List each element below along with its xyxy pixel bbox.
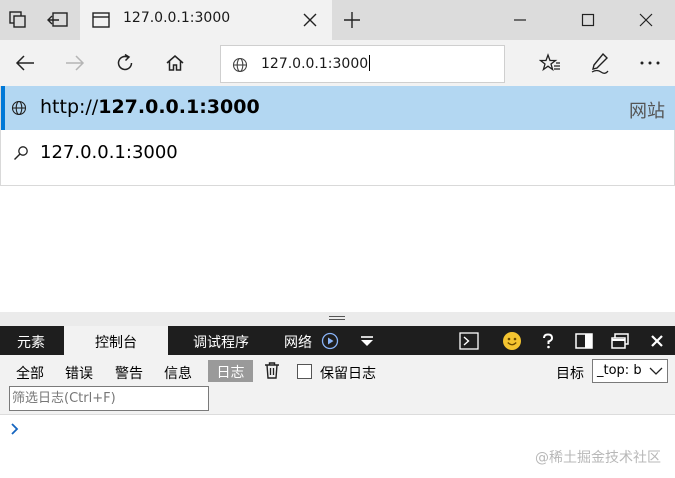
suggestion-search-text: 127.0.0.1:3000 <box>40 142 178 163</box>
pen-icon[interactable] <box>580 44 620 82</box>
target-label: 目标 <box>556 366 584 382</box>
filter-log-input[interactable] <box>9 386 209 411</box>
filter-warnings[interactable]: 警告 <box>115 363 143 383</box>
text-caret <box>369 55 371 71</box>
tab-title: 127.0.0.1:3000 <box>123 10 231 26</box>
devtools-tab-bar: 元素 控制台 调试程序 网络 <box>0 326 675 355</box>
close-devtools-icon[interactable] <box>645 326 669 355</box>
page-icon <box>92 12 110 28</box>
tab-manager-icon[interactable] <box>8 10 28 30</box>
globe-icon <box>232 57 248 73</box>
close-window-icon[interactable] <box>623 0 669 40</box>
chevron-right-icon <box>11 423 19 435</box>
tab-debugger[interactable]: 调试程序 <box>178 326 264 355</box>
chevron-down-icon <box>649 367 663 375</box>
devtools-resize-handle[interactable] <box>0 312 675 326</box>
suggestion-url: http://127.0.0.1:3000 <box>40 96 260 118</box>
suggestion-type: 网站 <box>629 101 665 122</box>
tab-strip: 127.0.0.1:3000 <box>0 0 675 40</box>
back-icon[interactable] <box>5 44 45 82</box>
search-icon <box>13 145 29 161</box>
close-tab-icon[interactable] <box>302 12 318 28</box>
maximize-icon[interactable] <box>565 0 611 40</box>
browser-tab[interactable]: 127.0.0.1:3000 <box>80 0 332 40</box>
console-toggle-icon[interactable] <box>456 326 482 355</box>
filter-logs[interactable]: 日志 <box>208 360 253 382</box>
navigation-bar: 127.0.0.1:3000 <box>0 40 675 86</box>
grip-line <box>329 319 345 320</box>
suggestion-item-website[interactable]: http://127.0.0.1:3000 网站 <box>1 86 675 130</box>
dock-icon[interactable] <box>572 326 596 355</box>
address-bar[interactable]: 127.0.0.1:3000 <box>220 45 505 83</box>
more-tabs-icon[interactable] <box>354 326 380 355</box>
forward-icon[interactable] <box>55 44 95 82</box>
set-aside-tabs-icon[interactable] <box>46 10 70 30</box>
preserve-log-checkbox[interactable] <box>297 364 312 379</box>
address-suggestions: http://127.0.0.1:3000 网站 127.0.0.1:3000 <box>0 86 675 186</box>
filter-errors[interactable]: 错误 <box>65 363 93 383</box>
clear-console-icon[interactable] <box>264 361 280 379</box>
record-icon[interactable] <box>319 326 341 355</box>
feedback-emoji-icon[interactable] <box>498 326 526 355</box>
target-select[interactable]: _top: b <box>592 359 668 383</box>
favorites-icon[interactable] <box>530 44 570 82</box>
new-tab-icon[interactable] <box>342 10 362 30</box>
refresh-icon[interactable] <box>105 44 145 82</box>
tab-console[interactable]: 控制台 <box>64 326 168 355</box>
undock-icon[interactable] <box>608 326 632 355</box>
address-input[interactable]: 127.0.0.1:3000 <box>261 55 371 72</box>
watermark: @稀土掘金技术社区 <box>535 450 661 466</box>
console-toolbar: 全部 错误 警告 信息 日志 保留日志 目标 _top: b <box>0 355 675 415</box>
console-output[interactable]: @稀土掘金技术社区 <box>0 416 675 478</box>
preserve-log-label: 保留日志 <box>320 366 376 382</box>
globe-icon <box>11 100 27 116</box>
filter-all[interactable]: 全部 <box>16 363 44 383</box>
more-icon[interactable] <box>630 44 670 82</box>
filter-info[interactable]: 信息 <box>164 363 192 383</box>
help-icon[interactable] <box>537 326 559 355</box>
home-icon[interactable] <box>155 44 195 82</box>
grip-line <box>329 316 345 317</box>
tab-elements[interactable]: 元素 <box>0 326 62 355</box>
minimize-icon[interactable] <box>497 0 543 40</box>
